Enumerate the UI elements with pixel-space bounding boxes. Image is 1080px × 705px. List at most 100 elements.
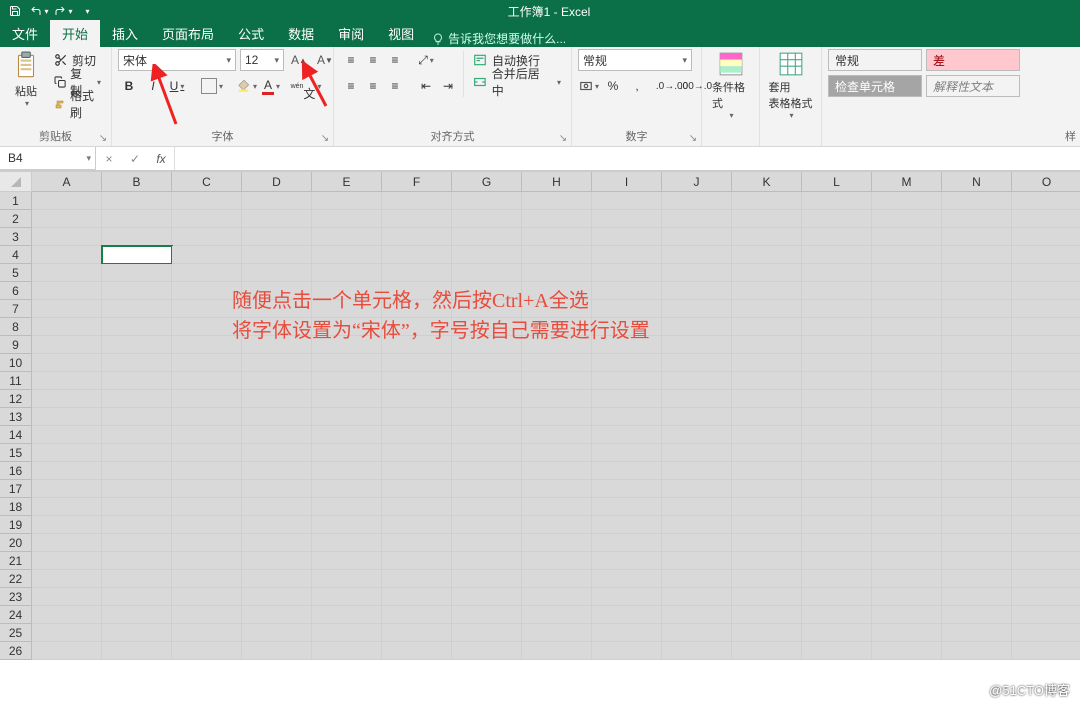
underline-button[interactable]: U▾ (166, 75, 188, 97)
column-header[interactable]: B (102, 172, 172, 192)
cell[interactable] (382, 624, 452, 642)
cell[interactable] (382, 390, 452, 408)
cell[interactable] (102, 624, 172, 642)
cell[interactable] (242, 480, 312, 498)
cell[interactable] (872, 426, 942, 444)
row-header[interactable]: 18 (0, 498, 32, 516)
cell[interactable] (102, 408, 172, 426)
cell[interactable] (1012, 570, 1080, 588)
phonetic-button[interactable]: wén文▾ (295, 75, 317, 97)
cell[interactable] (662, 318, 732, 336)
cell[interactable] (102, 462, 172, 480)
cell[interactable] (102, 534, 172, 552)
cell[interactable] (452, 642, 522, 660)
cell[interactable] (942, 552, 1012, 570)
cell[interactable] (592, 426, 662, 444)
cell[interactable] (592, 480, 662, 498)
cell[interactable] (592, 624, 662, 642)
increase-indent-icon[interactable]: ⇥ (437, 75, 459, 97)
cell[interactable] (242, 462, 312, 480)
style-explanatory[interactable]: 解释性文本 (926, 75, 1020, 97)
cell[interactable] (732, 300, 802, 318)
cell[interactable] (102, 300, 172, 318)
cell[interactable] (312, 444, 382, 462)
cell[interactable] (732, 624, 802, 642)
cell[interactable] (172, 462, 242, 480)
row-header[interactable]: 1 (0, 192, 32, 210)
cell[interactable] (522, 246, 592, 264)
row-header[interactable]: 12 (0, 390, 32, 408)
cell[interactable] (662, 282, 732, 300)
cell[interactable] (522, 192, 592, 210)
cell[interactable] (242, 246, 312, 264)
cell[interactable] (522, 606, 592, 624)
row-header[interactable]: 24 (0, 606, 32, 624)
cell[interactable] (32, 498, 102, 516)
cell[interactable] (1012, 408, 1080, 426)
cell[interactable] (32, 192, 102, 210)
cell[interactable] (732, 642, 802, 660)
cell[interactable] (732, 408, 802, 426)
row-header[interactable]: 22 (0, 570, 32, 588)
align-middle-icon[interactable]: ≡ (362, 49, 384, 71)
cell[interactable] (802, 354, 872, 372)
column-header[interactable]: E (312, 172, 382, 192)
cell[interactable] (242, 444, 312, 462)
cell[interactable] (382, 534, 452, 552)
cell[interactable] (592, 390, 662, 408)
cell[interactable] (592, 372, 662, 390)
cell[interactable] (452, 570, 522, 588)
column-header[interactable]: M (872, 172, 942, 192)
row-header[interactable]: 2 (0, 210, 32, 228)
cell[interactable] (592, 552, 662, 570)
column-header[interactable]: O (1012, 172, 1080, 192)
cell[interactable] (662, 210, 732, 228)
cell[interactable] (802, 210, 872, 228)
cell[interactable] (172, 372, 242, 390)
cell[interactable] (452, 516, 522, 534)
cell[interactable] (172, 408, 242, 426)
cell[interactable] (32, 264, 102, 282)
cell[interactable] (102, 426, 172, 444)
cell[interactable] (102, 354, 172, 372)
cell[interactable] (592, 282, 662, 300)
accounting-button[interactable]: ▾ (578, 75, 600, 97)
cell[interactable] (592, 192, 662, 210)
cell[interactable] (102, 552, 172, 570)
column-header[interactable]: G (452, 172, 522, 192)
cell[interactable] (1012, 210, 1080, 228)
cell[interactable] (942, 390, 1012, 408)
insert-function-icon[interactable]: fx (148, 147, 174, 170)
cell[interactable] (942, 588, 1012, 606)
column-header[interactable]: C (172, 172, 242, 192)
cell[interactable] (942, 444, 1012, 462)
cell[interactable] (942, 354, 1012, 372)
cell[interactable] (32, 624, 102, 642)
column-header[interactable]: N (942, 172, 1012, 192)
cell[interactable] (102, 642, 172, 660)
cell[interactable] (452, 462, 522, 480)
cell[interactable] (382, 372, 452, 390)
cell[interactable] (592, 606, 662, 624)
cell[interactable] (452, 390, 522, 408)
cell[interactable] (942, 480, 1012, 498)
align-bottom-icon[interactable]: ≡ (384, 49, 406, 71)
decrease-indent-icon[interactable]: ⇤ (415, 75, 437, 97)
cell[interactable] (662, 264, 732, 282)
cell[interactable] (802, 228, 872, 246)
cell[interactable] (522, 210, 592, 228)
cell[interactable] (802, 498, 872, 516)
cell[interactable] (662, 300, 732, 318)
worksheet-grid[interactable]: ABCDEFGHIJKLMNO 123456789101112131415161… (0, 171, 1080, 705)
cell[interactable] (872, 192, 942, 210)
column-header[interactable]: I (592, 172, 662, 192)
cell[interactable] (242, 570, 312, 588)
cell[interactable] (242, 390, 312, 408)
cell[interactable] (802, 516, 872, 534)
cell[interactable] (942, 408, 1012, 426)
cell[interactable] (522, 498, 592, 516)
cell[interactable] (1012, 228, 1080, 246)
cell[interactable] (32, 570, 102, 588)
cell[interactable] (312, 264, 382, 282)
font-size-combo[interactable]: 12▾ (240, 49, 284, 71)
